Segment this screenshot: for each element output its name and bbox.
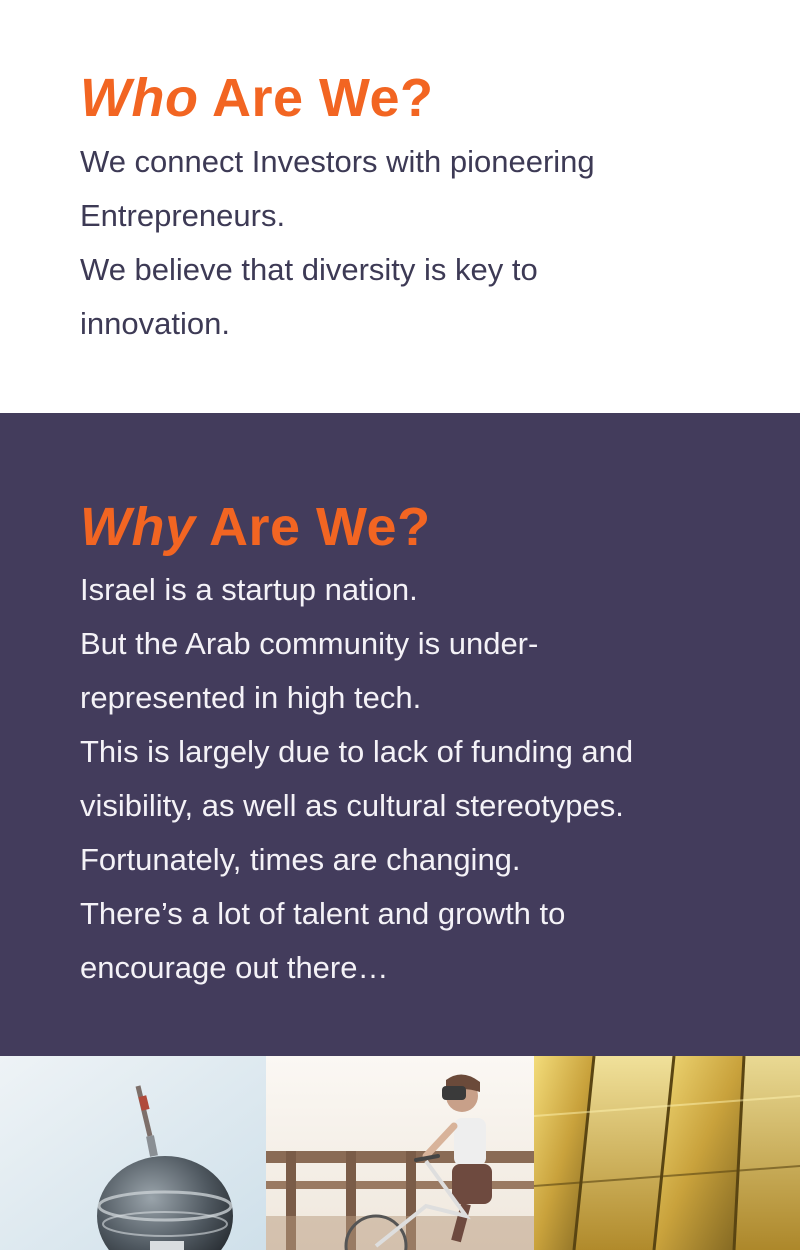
why-heading-italic: Why bbox=[80, 497, 196, 557]
page: Who Are We? We connect Investors with pi… bbox=[0, 0, 800, 1250]
gold-bars-image bbox=[534, 1056, 800, 1250]
why-line: But the Arab community is under- bbox=[80, 626, 539, 661]
why-line: visibility, as well as cultural stereoty… bbox=[80, 788, 624, 823]
why-line: This is largely due to lack of funding a… bbox=[80, 734, 634, 769]
photo-strip bbox=[0, 1056, 800, 1250]
vr-cyclist-image bbox=[266, 1056, 534, 1250]
who-line: Entrepreneurs. bbox=[80, 198, 286, 233]
why-heading-rest: Are We? bbox=[195, 497, 431, 557]
why-line: Israel is a startup nation. bbox=[80, 572, 418, 607]
tv-tower-image bbox=[0, 1056, 266, 1250]
who-section: Who Are We? We connect Investors with pi… bbox=[0, 0, 800, 413]
why-line: represented in high tech. bbox=[80, 680, 422, 715]
why-description: Israel is a startup nation. But the Arab… bbox=[80, 563, 633, 995]
why-heading: Why Are We? bbox=[80, 497, 431, 557]
why-section: Why Are We? Israel is a startup nation. … bbox=[0, 413, 800, 1056]
why-line: Fortunately, times are changing. bbox=[80, 842, 521, 877]
who-heading: Who Are We? bbox=[80, 68, 434, 128]
who-line: We believe that diversity is key to bbox=[80, 252, 538, 287]
who-line: innovation. bbox=[80, 306, 230, 341]
who-description: We connect Investors with pioneering Ent… bbox=[80, 135, 595, 351]
who-heading-italic: Who bbox=[80, 68, 199, 128]
why-line: encourage out there… bbox=[80, 950, 389, 985]
who-heading-rest: Are We? bbox=[198, 68, 434, 128]
why-line: There’s a lot of talent and growth to bbox=[80, 896, 566, 931]
who-line: We connect Investors with pioneering bbox=[80, 144, 595, 179]
